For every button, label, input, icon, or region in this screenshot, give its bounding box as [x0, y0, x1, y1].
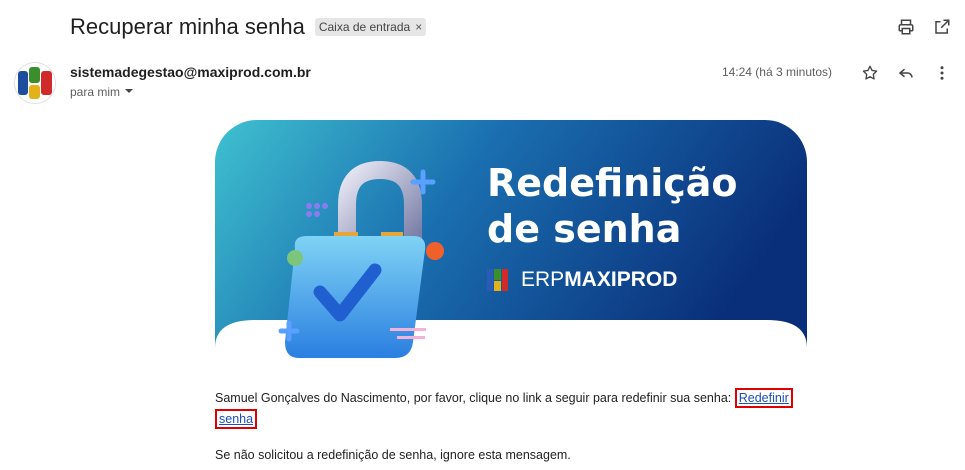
message-body: Samuel Gonçalves do Nascimento, por favo… [215, 388, 815, 430]
more-vert-icon[interactable] [931, 62, 953, 84]
subject-row: Recuperar minha senha Caixa de entrada × [70, 14, 427, 40]
printer-icon[interactable] [895, 16, 917, 38]
recipient-text: para mim [70, 85, 121, 99]
banner-title-line1: Redefinição [487, 161, 738, 205]
remove-label-button[interactable]: × [415, 20, 422, 34]
open-in-new-icon[interactable] [931, 16, 953, 38]
reset-password-banner: Redefinição de senha ERP MAXIPROD [215, 120, 807, 370]
brand-maxiprod: MAXIPROD [564, 268, 678, 291]
star-icon[interactable] [859, 62, 881, 84]
label-chip-text: Caixa de entrada [318, 20, 411, 34]
recipient-line[interactable]: para mim [70, 85, 134, 99]
brand-mark-icon [487, 269, 517, 291]
thread-toolbar [895, 16, 953, 38]
email-subject: Recuperar minha senha [70, 14, 305, 39]
message-time: 14:24 (há 3 minutos) [721, 65, 832, 79]
reset-password-link-2[interactable]: senha [219, 412, 253, 426]
chevron-down-icon[interactable] [124, 85, 134, 99]
banner-title: Redefinição de senha [487, 160, 738, 252]
reset-link-highlight: Redefinir [734, 388, 793, 408]
message-actions [859, 62, 953, 84]
inbox-label-chip[interactable]: Caixa de entrada × [314, 18, 427, 36]
banner-title-line2: de senha [487, 207, 682, 251]
brand-logo: ERP MAXIPROD [487, 268, 677, 292]
ignore-message-text: Se não solicitou a redefinição de senha,… [215, 448, 571, 462]
reset-link-highlight-2: senha [215, 409, 258, 429]
sender-avatar[interactable] [14, 62, 56, 104]
reply-icon[interactable] [895, 62, 917, 84]
body-intro-text: Samuel Gonçalves do Nascimento, por favo… [215, 391, 735, 405]
brand-erp: ERP [521, 268, 565, 291]
reset-password-link[interactable]: Redefinir [739, 391, 789, 405]
sender-email[interactable]: sistemadegestao@maxiprod.com.br [70, 64, 311, 80]
